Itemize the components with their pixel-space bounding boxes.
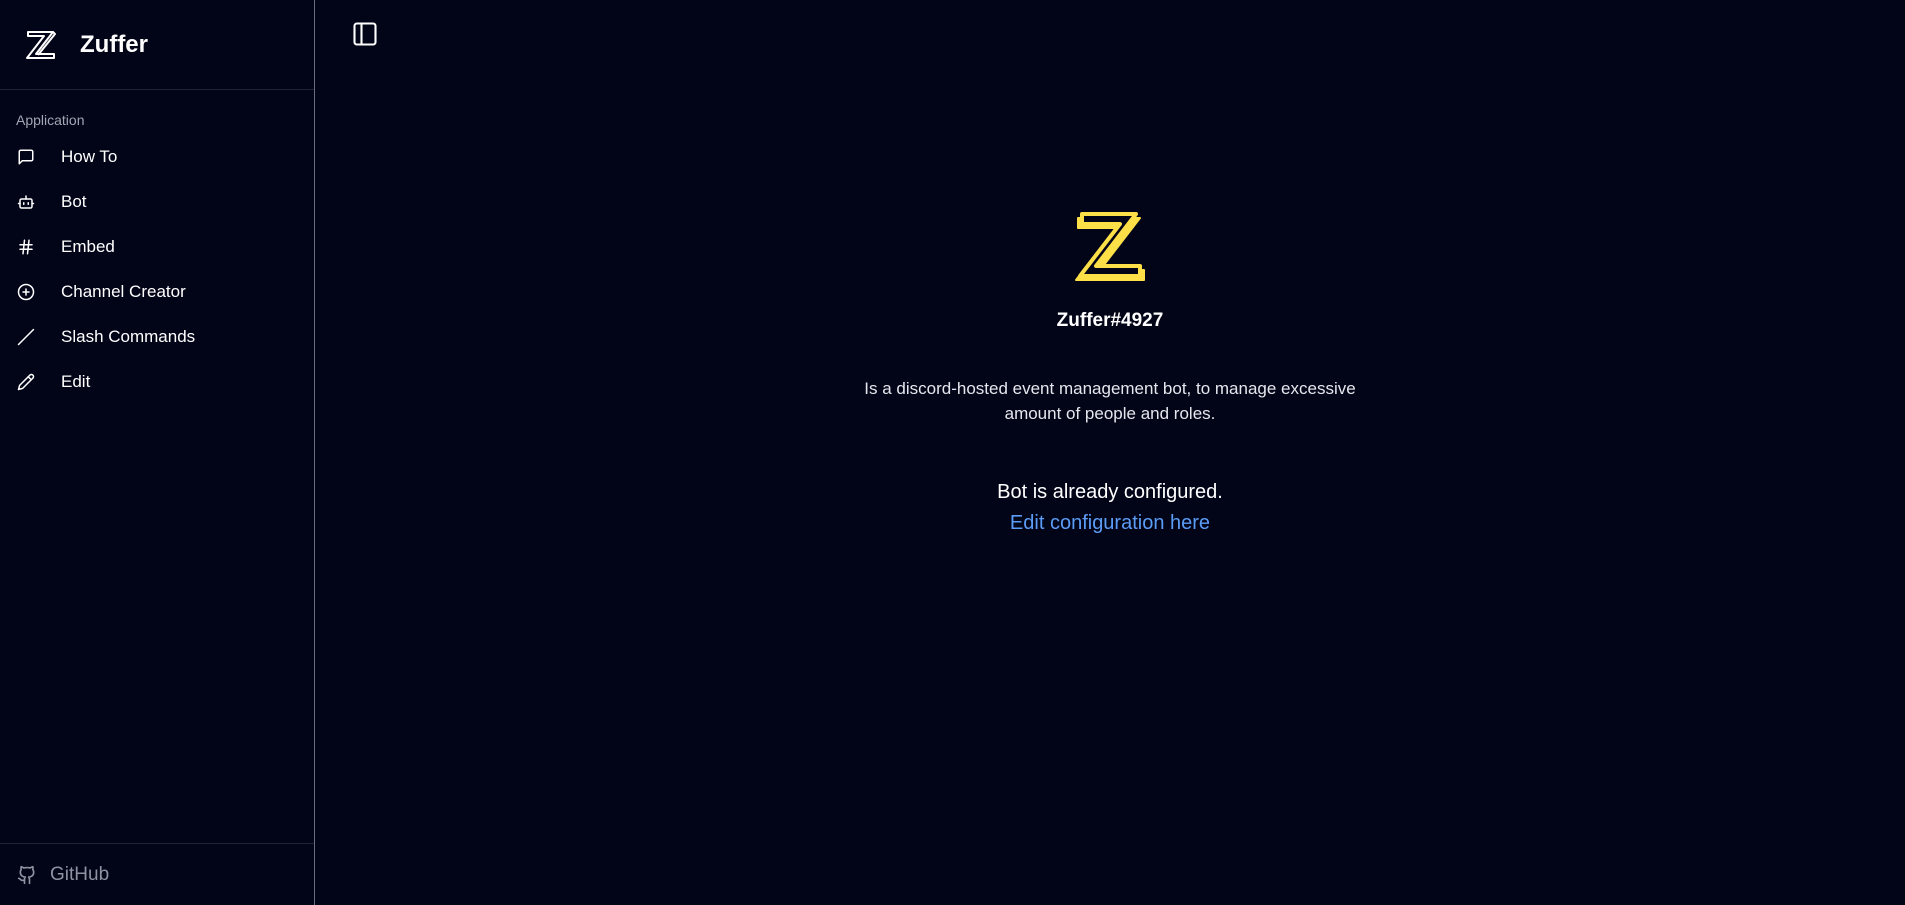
sidebar-item-bot[interactable]: Bot [0, 179, 314, 224]
sidebar-nav: Application How To Bot Embed Channel Cre… [0, 90, 314, 843]
sidebar-item-label: Embed [61, 236, 115, 256]
z-logo-icon [24, 28, 58, 62]
sidebar-item-label: How To [61, 146, 118, 166]
message-square-icon [16, 147, 36, 167]
sidebar: Zuffer Application How To Bot Embed Chan… [0, 0, 315, 905]
main-content: Zuffer#4927 Is a discord-hosted event ma… [315, 0, 1905, 905]
app-root: Zuffer Application How To Bot Embed Chan… [0, 0, 1905, 905]
edit-configuration-link[interactable]: Edit configuration here [1010, 512, 1210, 535]
sidebar-item-label: Edit [61, 371, 91, 391]
brand-name: Zuffer [80, 30, 148, 58]
sidebar-brand[interactable]: Zuffer [0, 0, 314, 90]
bot-avatar-logo [1070, 210, 1150, 286]
sidebar-item-label: Bot [61, 191, 87, 211]
plus-circle-icon [16, 282, 36, 302]
sidebar-item-how-to[interactable]: How To [0, 134, 314, 179]
config-status: Bot is already configured. [997, 481, 1223, 503]
slash-icon [16, 327, 36, 347]
sidebar-item-channel-creator[interactable]: Channel Creator [0, 269, 314, 314]
sidebar-toggle-button[interactable] [351, 20, 379, 53]
sidebar-item-label: Slash Commands [61, 326, 196, 346]
sidebar-item-slash-commands[interactable]: Slash Commands [0, 314, 314, 359]
hash-icon [16, 237, 36, 257]
sidebar-item-edit[interactable]: Edit [0, 359, 314, 404]
github-label: GitHub [50, 863, 110, 885]
bot-name: Zuffer#4927 [1056, 310, 1164, 331]
bot-info-panel: Zuffer#4927 Is a discord-hosted event ma… [315, 210, 1905, 535]
github-link[interactable]: GitHub [0, 843, 314, 905]
sidebar-item-label: Channel Creator [61, 281, 186, 301]
bot-description: Is a discord-hosted event management bot… [864, 379, 1356, 423]
panel-left-icon [351, 20, 379, 53]
bot-icon [16, 192, 36, 212]
pencil-icon [16, 372, 36, 392]
github-icon [16, 864, 38, 886]
nav-group-label: Application [16, 112, 85, 128]
sidebar-item-embed[interactable]: Embed [0, 224, 314, 269]
